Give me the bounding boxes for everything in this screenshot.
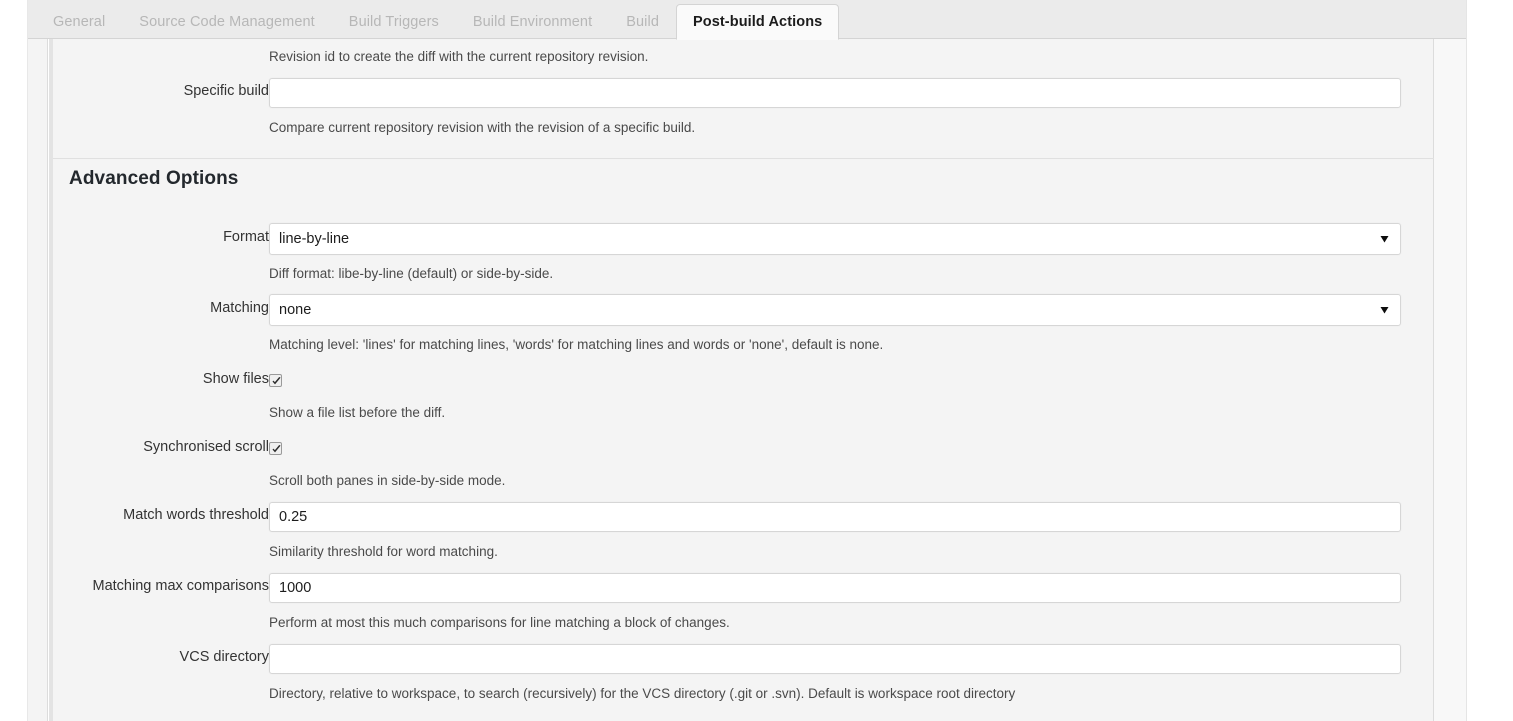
tab-build-environment-label: Build Environment <box>472 14 593 30</box>
left-gutter <box>28 39 48 721</box>
page-right-margin <box>1466 0 1513 721</box>
revision-id-help-text: Revision id to create the diff with the … <box>269 49 649 64</box>
advanced-options-heading: Advanced Options <box>69 168 239 189</box>
matching-help-text: Matching level: 'lines' for matching lin… <box>269 337 884 352</box>
tab-build-label: Build <box>626 14 659 30</box>
tab-post-build-actions[interactable]: Post-build Actions <box>675 4 840 40</box>
tab-build-triggers[interactable]: Build Triggers <box>332 4 456 39</box>
chevron-down-icon <box>1380 306 1389 315</box>
show-files-checkbox[interactable] <box>269 374 282 388</box>
tab-source-code-management-label: Source Code Management <box>139 14 315 30</box>
match-words-threshold-help-text: Similarity threshold for word matching. <box>269 544 498 559</box>
tab-build[interactable]: Build <box>609 4 676 39</box>
format-select-value: line-by-line <box>279 230 350 247</box>
matching-field: none <box>269 294 1401 326</box>
format-select[interactable]: line-by-line <box>269 223 1401 255</box>
matching-select-value: none <box>279 301 312 318</box>
specific-build-help-text: Compare current repository revision with… <box>269 120 696 135</box>
match-words-threshold-input[interactable] <box>269 502 1401 532</box>
format-field: line-by-line <box>269 223 1401 255</box>
matching-max-comparisons-help-text: Perform at most this much comparisons fo… <box>269 615 730 630</box>
right-gutter <box>1433 39 1466 721</box>
tab-post-build-actions-label: Post-build Actions <box>692 14 823 30</box>
show-files-label: Show files <box>202 371 269 387</box>
synchronised-scroll-label: Synchronised scroll <box>143 439 269 455</box>
synchronised-scroll-checkbox[interactable] <box>269 442 282 456</box>
matching-max-comparisons-label: Matching max comparisons <box>92 578 270 594</box>
format-label: Format <box>223 229 269 245</box>
config-form-panel: Revision id to create the diff with the … <box>53 39 1434 721</box>
page-left-margin <box>0 0 28 721</box>
show-files-help-text: Show a file list before the diff. <box>269 405 446 420</box>
specific-build-input[interactable] <box>269 78 1401 108</box>
vcs-directory-help-text: Directory, relative to workspace, to sea… <box>269 686 1016 701</box>
check-icon <box>272 377 281 385</box>
tab-build-environment[interactable]: Build Environment <box>456 4 609 39</box>
section-divider <box>53 158 1434 159</box>
tab-source-code-management[interactable]: Source Code Management <box>122 4 332 39</box>
vcs-directory-field <box>269 644 1401 674</box>
matching-select[interactable]: none <box>269 294 1401 326</box>
tab-general[interactable]: General <box>36 4 122 39</box>
config-tab-bar: General Source Code Management Build Tri… <box>28 0 1466 40</box>
match-words-threshold-field <box>269 502 1401 532</box>
jenkins-job-config-page: General Source Code Management Build Tri… <box>0 0 1513 721</box>
synchronised-scroll-help-text: Scroll both panes in side-by-side mode. <box>269 473 506 488</box>
specific-build-field <box>269 78 1401 108</box>
specific-build-label: Specific build <box>183 83 269 99</box>
synchronised-scroll-field <box>269 440 1401 458</box>
chevron-down-icon <box>1380 235 1389 244</box>
matching-max-comparisons-input[interactable] <box>269 573 1401 603</box>
matching-label: Matching <box>210 300 269 316</box>
matching-max-comparisons-field <box>269 573 1401 603</box>
check-icon <box>272 445 281 453</box>
config-tab-list: General Source Code Management Build Tri… <box>28 0 840 40</box>
vcs-directory-input[interactable] <box>269 644 1401 674</box>
match-words-threshold-label: Match words threshold <box>123 507 269 523</box>
vcs-directory-label: VCS directory <box>179 649 269 665</box>
format-help-text: Diff format: libe-by-line (default) or s… <box>269 266 554 281</box>
tab-build-triggers-label: Build Triggers <box>348 14 439 30</box>
show-files-field <box>269 372 1401 390</box>
tab-general-label: General <box>53 14 106 30</box>
